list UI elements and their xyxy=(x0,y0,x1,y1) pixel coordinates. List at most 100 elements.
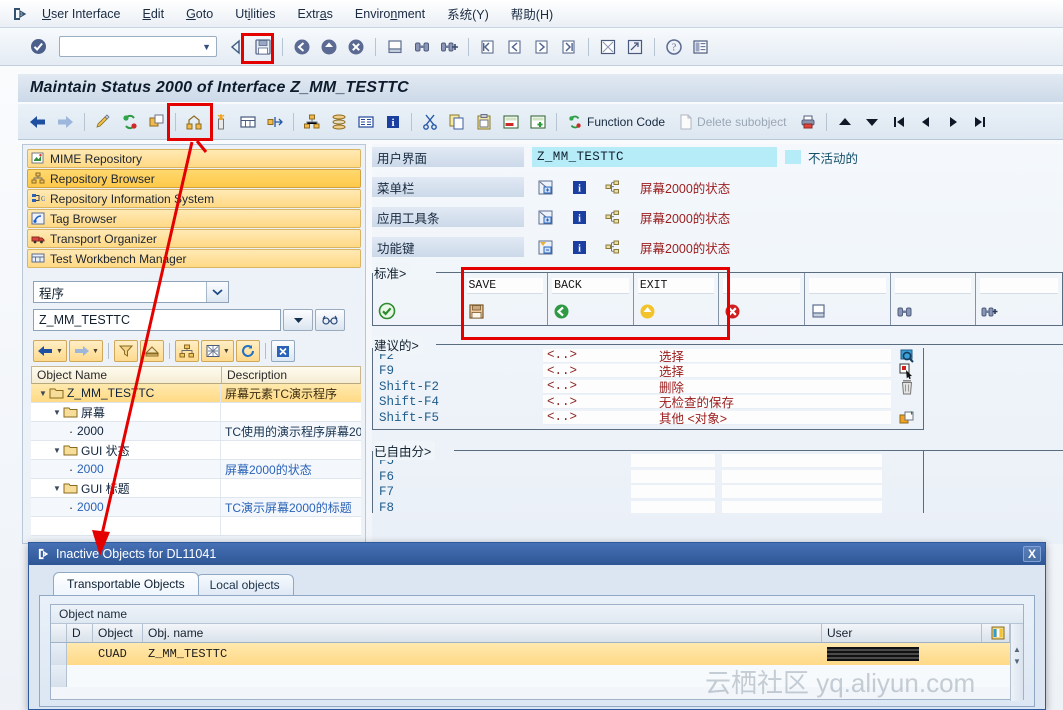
standard-cell-find[interactable] xyxy=(891,273,977,325)
object-name-input[interactable]: Z_MM_TESTTC xyxy=(33,309,281,331)
table-row[interactable]: · 2000 屏幕2000的状态 xyxy=(31,460,361,479)
grid-vertical-scrollbar[interactable]: ▲ ▼ xyxy=(1010,624,1023,701)
free-text-field[interactable] xyxy=(722,454,882,469)
key-text[interactable]: 选择 xyxy=(653,364,891,379)
standard-back-code[interactable]: BACK xyxy=(552,278,629,293)
scroll-down-icon[interactable]: ▼ xyxy=(1012,655,1023,667)
key-code[interactable]: <..> xyxy=(543,348,653,363)
find-next-icon[interactable] xyxy=(976,294,1062,325)
grid-header-obj-name[interactable]: Obj. name xyxy=(143,624,822,642)
standard-cell-find-next[interactable] xyxy=(976,273,1062,325)
expand-toggle-icon[interactable]: ▼ xyxy=(51,408,63,417)
grid-header-d[interactable]: D xyxy=(67,624,93,642)
table-row[interactable]: ▼ 屏幕 xyxy=(31,403,361,422)
last-icon[interactable] xyxy=(967,109,993,135)
free-code-field[interactable] xyxy=(631,485,715,500)
standard-cell-exit[interactable]: EXIT xyxy=(634,273,720,325)
info-icon[interactable]: i xyxy=(380,109,406,135)
list-item[interactable]: Shift-F5 <..> 其他 <对象> xyxy=(373,410,923,426)
table-row[interactable]: · 2000 TC使用的演示程序屏幕2000 xyxy=(31,422,361,441)
grid-header-object[interactable]: Object xyxy=(93,624,143,642)
filter-icon[interactable] xyxy=(113,340,138,362)
standard-exit-code[interactable]: EXIT xyxy=(637,278,715,293)
standard-save-code[interactable]: SAVE xyxy=(466,278,544,293)
close-icon[interactable]: X xyxy=(1023,546,1041,562)
layout-menu-icon[interactable] xyxy=(689,35,713,59)
expand-toggle-icon[interactable]: ▼ xyxy=(37,389,49,398)
free-text-field[interactable] xyxy=(722,485,882,500)
key-text[interactable]: 选择 xyxy=(653,348,891,364)
cut-icon[interactable] xyxy=(417,109,443,135)
free-code-field[interactable] xyxy=(631,469,715,484)
key-code[interactable]: <..> xyxy=(543,395,653,410)
tab-local-objects[interactable]: Local objects xyxy=(195,574,294,595)
copy-icon[interactable] xyxy=(444,109,470,135)
table-row[interactable]: CUAD Z_MM_TESTTC xyxy=(51,643,1010,665)
free-text-field[interactable] xyxy=(722,500,882,513)
standard-cell-cancel[interactable] xyxy=(719,273,806,325)
list-item[interactable]: F6 xyxy=(373,469,923,485)
first-page-icon[interactable] xyxy=(476,35,500,59)
forward-arrow-icon[interactable] xyxy=(52,109,79,135)
first-icon[interactable] xyxy=(886,109,912,135)
create-shortcut-icon[interactable] xyxy=(623,35,647,59)
expand-node-icon[interactable] xyxy=(532,180,558,195)
check-circle-icon[interactable] xyxy=(26,35,50,59)
chevron-down-icon[interactable]: ▼ xyxy=(92,348,99,355)
standard-cancel-code[interactable] xyxy=(723,278,801,293)
hierarchy-up-icon[interactable] xyxy=(174,340,199,362)
menu-user-interface[interactable]: User Interface xyxy=(32,4,131,24)
key-text[interactable]: 其他 <对象> xyxy=(653,410,891,426)
sidebar-item-repository-info-system[interactable]: G Repository Information System xyxy=(27,189,361,208)
hierarchy-icon[interactable] xyxy=(299,109,325,135)
prev-icon[interactable] xyxy=(913,109,939,135)
list-item[interactable]: F7 xyxy=(373,485,923,501)
standard-print-code[interactable] xyxy=(809,278,886,293)
menu-goto[interactable]: Goto xyxy=(176,4,223,24)
copy-object-orange-icon[interactable] xyxy=(891,410,923,426)
table-row[interactable]: ▼ Z_MM_TESTTC 屏幕元素TC演示程序 xyxy=(31,384,361,403)
table-row[interactable]: ▼ GUI 状态 xyxy=(31,441,361,460)
expand-icon[interactable] xyxy=(262,109,288,135)
delete-row-icon[interactable] xyxy=(498,109,524,135)
sidebar-item-transport-organizer[interactable]: Transport Organizer xyxy=(27,229,361,248)
down-arrow-icon[interactable] xyxy=(859,109,885,135)
list-item[interactable]: F9 <..> 选择 xyxy=(373,363,923,380)
sidebar-item-test-workbench-manager[interactable]: Test Workbench Manager xyxy=(27,249,361,268)
exit-yellow-icon[interactable] xyxy=(634,294,719,325)
menu-utilities[interactable]: Utilities xyxy=(225,4,285,24)
table-control-icon[interactable] xyxy=(235,109,261,135)
print-icon[interactable] xyxy=(383,35,407,59)
menu-extras[interactable]: Extras xyxy=(287,4,342,24)
hierarchy-small-icon[interactable] xyxy=(600,180,626,194)
edit-pencil-icon[interactable] xyxy=(90,109,116,135)
standard-find-code[interactable] xyxy=(894,278,972,293)
search-preview-icon[interactable] xyxy=(891,348,923,364)
paste-icon[interactable] xyxy=(471,109,497,135)
save-icon[interactable] xyxy=(251,35,275,59)
all-objects-icon[interactable]: ▼ xyxy=(200,340,234,362)
list-item[interactable]: Shift-F4 <..> 无检查的保存 xyxy=(373,395,923,410)
standard-cell-print[interactable] xyxy=(805,273,891,325)
print-gray-icon[interactable] xyxy=(805,294,890,325)
sidebar-item-mime-repository[interactable]: MIME Repository xyxy=(27,149,361,168)
list-item[interactable]: Shift-F2 <..> 删除 xyxy=(373,379,923,395)
last-page-icon[interactable] xyxy=(557,35,581,59)
key-code[interactable]: <..> xyxy=(543,410,653,425)
chevron-down-icon[interactable]: ▼ xyxy=(202,42,211,52)
column-config-icon[interactable] xyxy=(982,624,1010,642)
find-icon[interactable] xyxy=(410,35,434,59)
tab-transportable-objects[interactable]: Transportable Objects xyxy=(53,572,199,595)
insert-element-icon[interactable] xyxy=(208,109,234,135)
standard-cell-back[interactable]: BACK xyxy=(548,273,634,325)
find-next-icon[interactable] xyxy=(437,35,461,59)
standard-find-next-code[interactable] xyxy=(980,278,1058,293)
function-code-button[interactable]: Function Code xyxy=(562,109,673,135)
trash-icon[interactable] xyxy=(891,379,923,395)
chevron-down-icon[interactable] xyxy=(206,282,228,302)
up-arrow-icon[interactable] xyxy=(832,109,858,135)
refresh-icon[interactable] xyxy=(235,340,260,362)
info-blue-icon[interactable]: i xyxy=(566,180,592,195)
expand-toggle-icon[interactable]: ▼ xyxy=(51,446,63,455)
list-item[interactable]: F5 xyxy=(373,454,923,470)
